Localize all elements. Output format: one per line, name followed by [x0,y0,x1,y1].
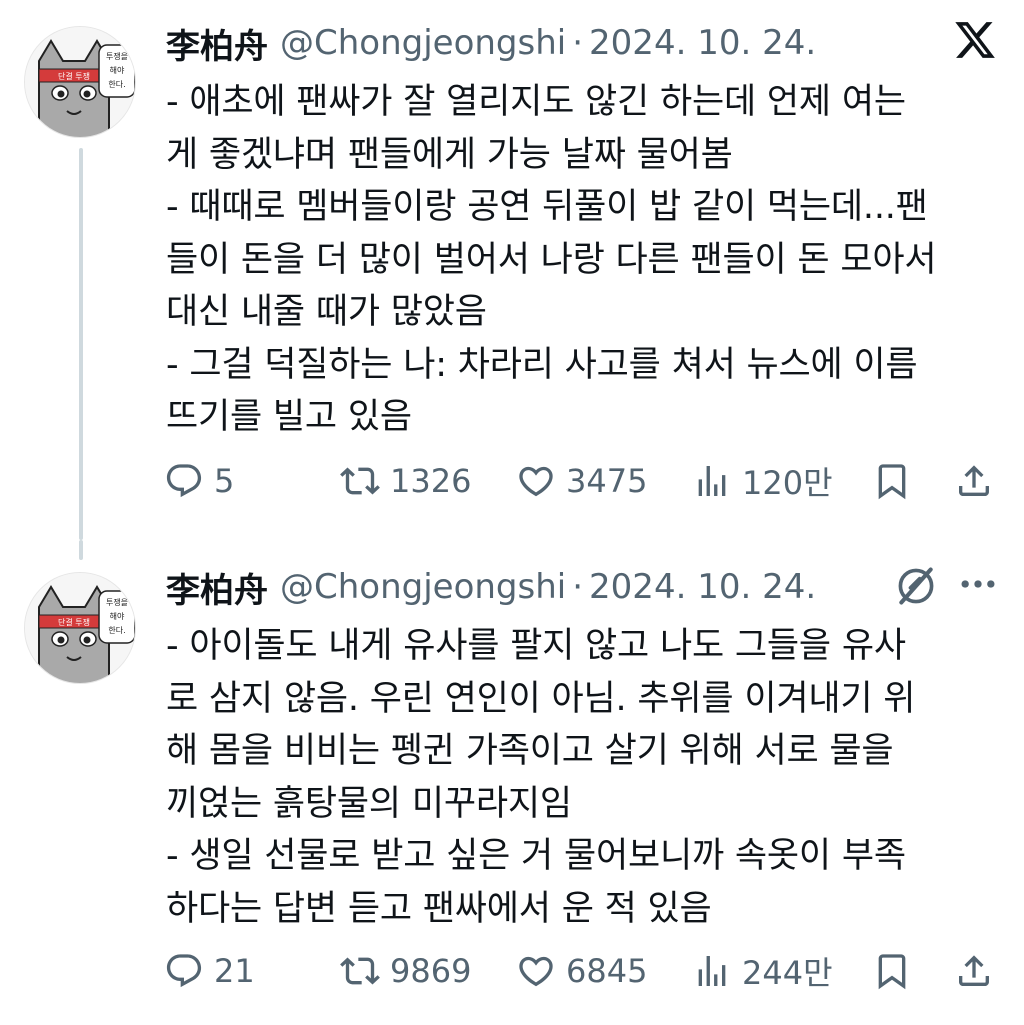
bookmark-button[interactable] [872,948,912,994]
tweet-text-line: - 애초에 팬싸가 잘 열리지도 않긴 하는데 언제 여는 [166,82,906,122]
tweet[interactable]: 단결 투쟁 투쟁을 해야 한다. 李柏舟 @Chongjeongshi · 20… [0,540,1024,1025]
avatar-sign-text: 해야 [110,65,125,75]
views-button[interactable]: 120만 [692,458,833,504]
bookmark-icon [878,954,906,990]
avatar-sign-text: 한다. [108,80,125,89]
retweet-icon [340,467,380,495]
tweet-text-line: 하다는 답변 듣고 팬싸에서 운 적 있음 [166,888,712,929]
reply-icon [166,954,202,988]
separator: · [572,567,584,607]
author-name[interactable]: 李柏舟 [166,563,268,612]
author-name[interactable]: 李柏舟 [166,19,268,68]
thread-line [79,540,83,560]
tweet-text-line: 들이 돈을 더 많이 벌어서 나랑 다른 팬들이 돈 모아서 [166,239,937,280]
tweet-text-line: 뜨기를 빌고 있음 [166,397,412,437]
separator: · [572,23,584,63]
tweet-date[interactable]: 2024. 10. 24. [589,23,816,63]
tweet-header: 李柏舟 @Chongjeongshi · 2024. 10. 24. [166,18,816,68]
tweet-text-line: 해 몸을 비비는 펭귄 가족이고 살기 위해 서로 물을 [166,731,894,771]
tweet-text-line: 대신 내줄 때가 많았음 [166,292,487,332]
avatar[interactable]: 단결 투쟁 투쟁을 해야 한다. [24,26,136,138]
reply-button[interactable]: 21 [164,948,255,994]
avatar-sign-text: 해야 [110,611,125,621]
tweet-text-line: - 그걸 덕질하는 나: 차라리 사고를 쳐서 뉴스에 이름 [166,344,918,385]
grok-icon[interactable] [894,564,938,608]
author-handle[interactable]: @Chongjeongshi [280,23,566,63]
avatar-sign-text: 투쟁을 [106,597,128,607]
retweet-button[interactable]: 9869 [340,948,471,994]
avatar-band-text: 단결 투쟁 [58,617,90,627]
like-count: 6845 [566,952,648,990]
views-count: 244만 [742,954,833,992]
tweet-text-line: 끼얹는 흙탕물의 미꾸라지임 [166,783,572,824]
avatar[interactable]: 단결 투쟁 투쟁을 해야 한다. [24,572,136,684]
reply-count: 5 [214,462,235,500]
reply-button[interactable]: 5 [164,458,234,504]
more-icon[interactable] [956,562,1000,606]
avatar-sign-text: 한다. [108,626,125,635]
retweet-count: 1326 [390,462,472,500]
like-count: 3475 [566,462,648,500]
tweet-actions: 5 1326 3475 120만 [0,458,1024,504]
tweet-text: - 아이돌도 내게 유사를 팔지 않고 나도 그들을 유사 로 삼지 않음. 우… [166,620,996,935]
tweet-text-line: 로 삼지 않음. 우린 연인이 아님. 추위를 이겨내기 위 [166,678,916,719]
bookmark-button[interactable] [872,458,912,504]
tweet-text-line: - 생일 선물로 받고 싶은 거 물어보니까 속옷이 부족 [166,836,906,876]
retweet-button[interactable]: 1326 [340,458,471,504]
views-icon [698,956,726,986]
like-icon [519,466,553,497]
tweet-actions: 21 9869 6845 244만 [0,948,1024,994]
tweet-text-line: - 아이돌도 내게 유사를 팔지 않고 나도 그들을 유사 [166,626,906,666]
reply-icon [166,464,202,498]
views-count: 120만 [742,464,833,502]
reply-count: 21 [214,952,255,990]
retweet-count: 9869 [390,952,472,990]
x-logo[interactable] [952,18,998,62]
bookmark-icon [878,464,906,500]
like-icon [519,956,553,987]
author-handle[interactable]: @Chongjeongshi [280,567,566,607]
share-icon [959,955,989,986]
avatar-band-text: 단결 투쟁 [58,71,90,81]
views-button[interactable]: 244만 [692,948,833,994]
views-icon [698,466,726,496]
like-button[interactable]: 3475 [516,458,647,504]
avatar-sign-text: 투쟁을 [106,51,128,61]
share-button[interactable] [954,458,994,504]
tweet-text-line: 게 좋겠냐며 팬들에게 가능 날짜 물어봄 [166,134,733,175]
tweet[interactable]: 단결 투쟁 투쟁을 해야 한다. 李柏舟 @Chongjeongshi · 20… [0,0,1024,540]
tweet-text-line: - 때때로 멤버들이랑 공연 뒤풀이 밥 같이 먹는데...팬 [166,187,928,227]
share-button[interactable] [954,948,994,994]
share-icon [959,465,989,496]
like-button[interactable]: 6845 [516,948,647,994]
retweet-icon [340,957,380,985]
tweet-date[interactable]: 2024. 10. 24. [589,567,816,607]
tweet-text: - 애초에 팬싸가 잘 열리지도 않긴 하는데 언제 여는 게 좋겠냐며 팬들에… [166,76,996,444]
tweet-header: 李柏舟 @Chongjeongshi · 2024. 10. 24. [166,562,816,612]
